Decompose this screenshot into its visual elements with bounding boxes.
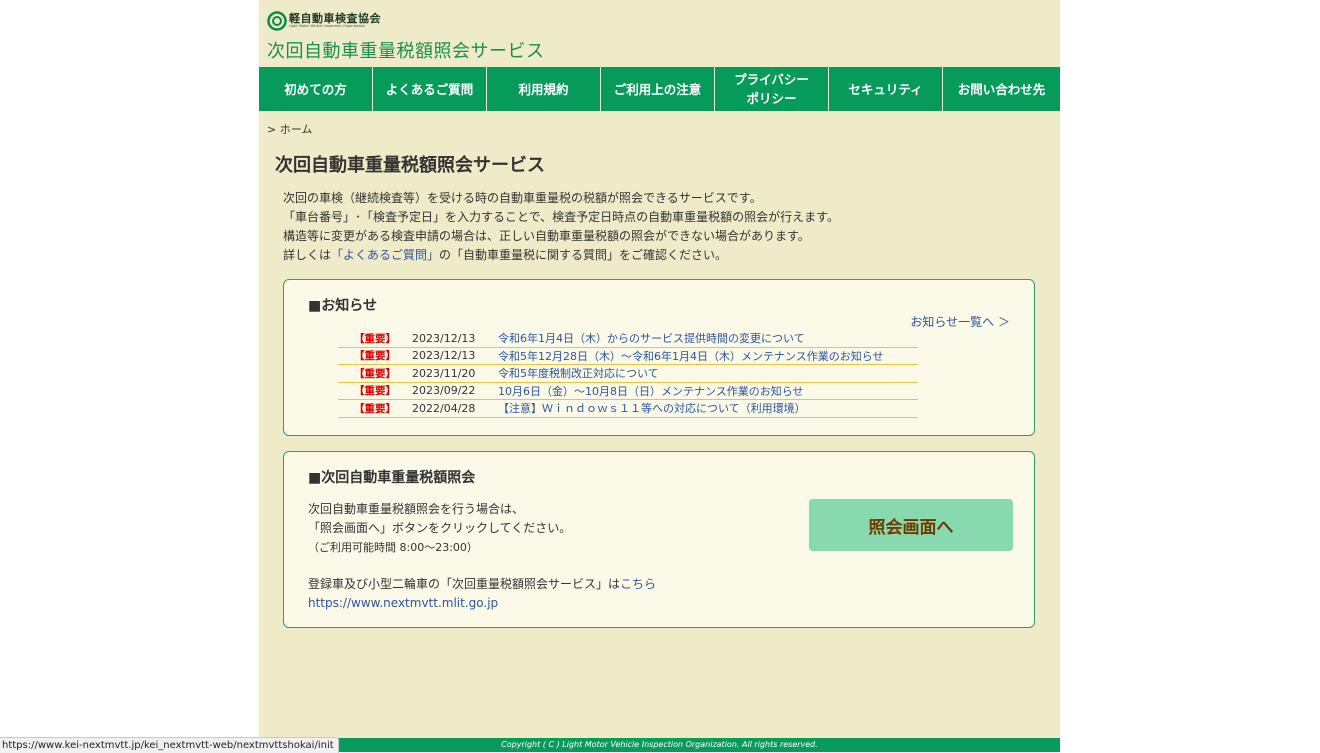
query-line: 次回自動車重量税額照会を行う場合は、 bbox=[308, 502, 525, 516]
news-item: 【重要】 2023/12/13 令和6年1月4日（木）からのサービス提供時間の変… bbox=[338, 330, 918, 348]
service-hours: （ご利用可能時間 8:00〜23:00） bbox=[308, 541, 478, 554]
news-date: 2022/04/28 bbox=[412, 401, 476, 415]
nextmvtt-url-link[interactable]: https://www.nextmvtt.mlit.go.jp bbox=[308, 596, 498, 610]
footer-copyright: Copyright ( C ) Light Motor Vehicle Insp… bbox=[259, 738, 1060, 752]
news-item: 【重要】 2023/12/13 令和5年12月28日（木）～令和6年1月4日（木… bbox=[338, 348, 918, 365]
status-bar-url: https://www.kei-nextmvtt.jp/kei_nextmvtt… bbox=[0, 737, 339, 753]
news-date: 2023/12/13 bbox=[412, 331, 476, 345]
query-line: 「照会画面へ」ボタンをクリックしてください。 bbox=[308, 521, 572, 535]
news-title-link[interactable]: 【注意】Ｗｉｎｄｏｗｓ１１等への対応について（利用環境） bbox=[498, 400, 806, 416]
breadcrumb[interactable]: > ホーム bbox=[267, 121, 312, 137]
news-item: 【重要】 2023/11/20 令和5年度税制改正対応について bbox=[338, 365, 918, 383]
news-heading: ■お知らせ bbox=[308, 298, 377, 314]
nav-item-privacy-policy[interactable]: プライバシー ポリシー bbox=[715, 67, 829, 111]
news-list: 【重要】 2023/12/13 令和6年1月4日（木）からのサービス提供時間の変… bbox=[338, 330, 918, 418]
news-title-link[interactable]: 10月6日（金）～10月8日（日）メンテナンス作業のお知らせ bbox=[498, 383, 804, 399]
logo-text: 軽自動車検査協会 bbox=[289, 12, 381, 26]
logo-icon bbox=[267, 11, 287, 31]
important-badge: 【重要】 bbox=[354, 332, 396, 345]
intro-line: 「車台番号」･「検査予定日」を入力することで、検査予定日時点の自動車重量税額の照… bbox=[283, 210, 839, 224]
news-title-link[interactable]: 令和5年12月28日（木）～令和6年1月4日（木）メンテナンス作業のお知らせ bbox=[498, 348, 884, 364]
site-title[interactable]: 次回自動車重量税額照会サービス bbox=[267, 37, 545, 63]
main-nav: 初めての方 よくあるご質問 利用規約 ご利用上の注意 プライバシー ポリシー セ… bbox=[259, 67, 1060, 111]
page-title: 次回自動車重量税額照会サービス bbox=[275, 155, 545, 176]
nav-item-terms[interactable]: 利用規約 bbox=[487, 67, 601, 111]
query-heading: ■次回自動車重量税額照会 bbox=[308, 470, 476, 486]
query-section: ■次回自動車重量税額照会 次回自動車重量税額照会を行う場合は、 「照会画面へ」ボ… bbox=[283, 451, 1035, 628]
nav-item-usage-notes[interactable]: ご利用上の注意 bbox=[601, 67, 715, 111]
go-to-query-button[interactable]: 照会画面へ bbox=[809, 499, 1013, 551]
intro-line: 詳しくは「よくあるご質問」の「自動車重量税に関する質問」をご確認ください。 bbox=[283, 248, 728, 262]
header: 軽自動車検査協会 Light Motor Vehicle Inspection … bbox=[259, 0, 1060, 67]
logo-subtext: Light Motor Vehicle Inspection Organizat… bbox=[289, 24, 366, 29]
news-item: 【重要】 2022/04/28 【注意】Ｗｉｎｄｏｗｓ１１等への対応について（利… bbox=[338, 400, 918, 418]
registered-vehicle-note: 登録車及び小型二輪車の「次回重量税額照会サービス」はこちら bbox=[308, 577, 657, 591]
intro-line: 次回の車検（継続検査等）を受ける時の自動車重量税の税額が照会できるサービスです。 bbox=[283, 191, 762, 205]
news-title-link[interactable]: 令和6年1月4日（木）からのサービス提供時間の変更について bbox=[498, 330, 805, 346]
news-date: 2023/11/20 bbox=[412, 366, 476, 380]
nav-item-security[interactable]: セキュリティ bbox=[829, 67, 943, 111]
query-description: 次回自動車重量税額照会を行う場合は、 「照会画面へ」ボタンをクリックしてください… bbox=[308, 500, 656, 613]
nav-item-first-time[interactable]: 初めての方 bbox=[259, 67, 373, 111]
intro-line: 構造等に変更がある検査申請の場合は、正しい自動車重量税額の照会ができない場合があ… bbox=[283, 229, 810, 243]
page-container: 軽自動車検査協会 Light Motor Vehicle Inspection … bbox=[259, 0, 1060, 752]
intro-text: 次回の車検（継続検査等）を受ける時の自動車重量税の税額が照会できるサービスです。… bbox=[283, 189, 839, 265]
news-date: 2023/12/13 bbox=[412, 349, 476, 363]
news-title-link[interactable]: 令和5年度税制改正対応について bbox=[498, 365, 659, 381]
registered-vehicle-link[interactable]: こちら bbox=[620, 577, 656, 591]
news-list-link[interactable]: お知らせ一覧へ ＞ bbox=[910, 313, 1010, 330]
important-badge: 【重要】 bbox=[354, 385, 396, 398]
important-badge: 【重要】 bbox=[354, 367, 396, 380]
news-section: ■お知らせ お知らせ一覧へ ＞ 【重要】 2023/12/13 令和6年1月4日… bbox=[283, 279, 1035, 436]
news-date: 2023/09/22 bbox=[412, 384, 476, 398]
logo[interactable]: 軽自動車検査協会 Light Motor Vehicle Inspection … bbox=[267, 11, 381, 31]
important-badge: 【重要】 bbox=[354, 402, 396, 415]
news-item: 【重要】 2023/09/22 10月6日（金）～10月8日（日）メンテナンス作… bbox=[338, 383, 918, 400]
nav-item-contact[interactable]: お問い合わせ先 bbox=[943, 67, 1060, 111]
faq-link[interactable]: 「よくあるご質問」 bbox=[331, 248, 439, 262]
important-badge: 【重要】 bbox=[354, 350, 396, 363]
nav-item-faq[interactable]: よくあるご質問 bbox=[373, 67, 487, 111]
